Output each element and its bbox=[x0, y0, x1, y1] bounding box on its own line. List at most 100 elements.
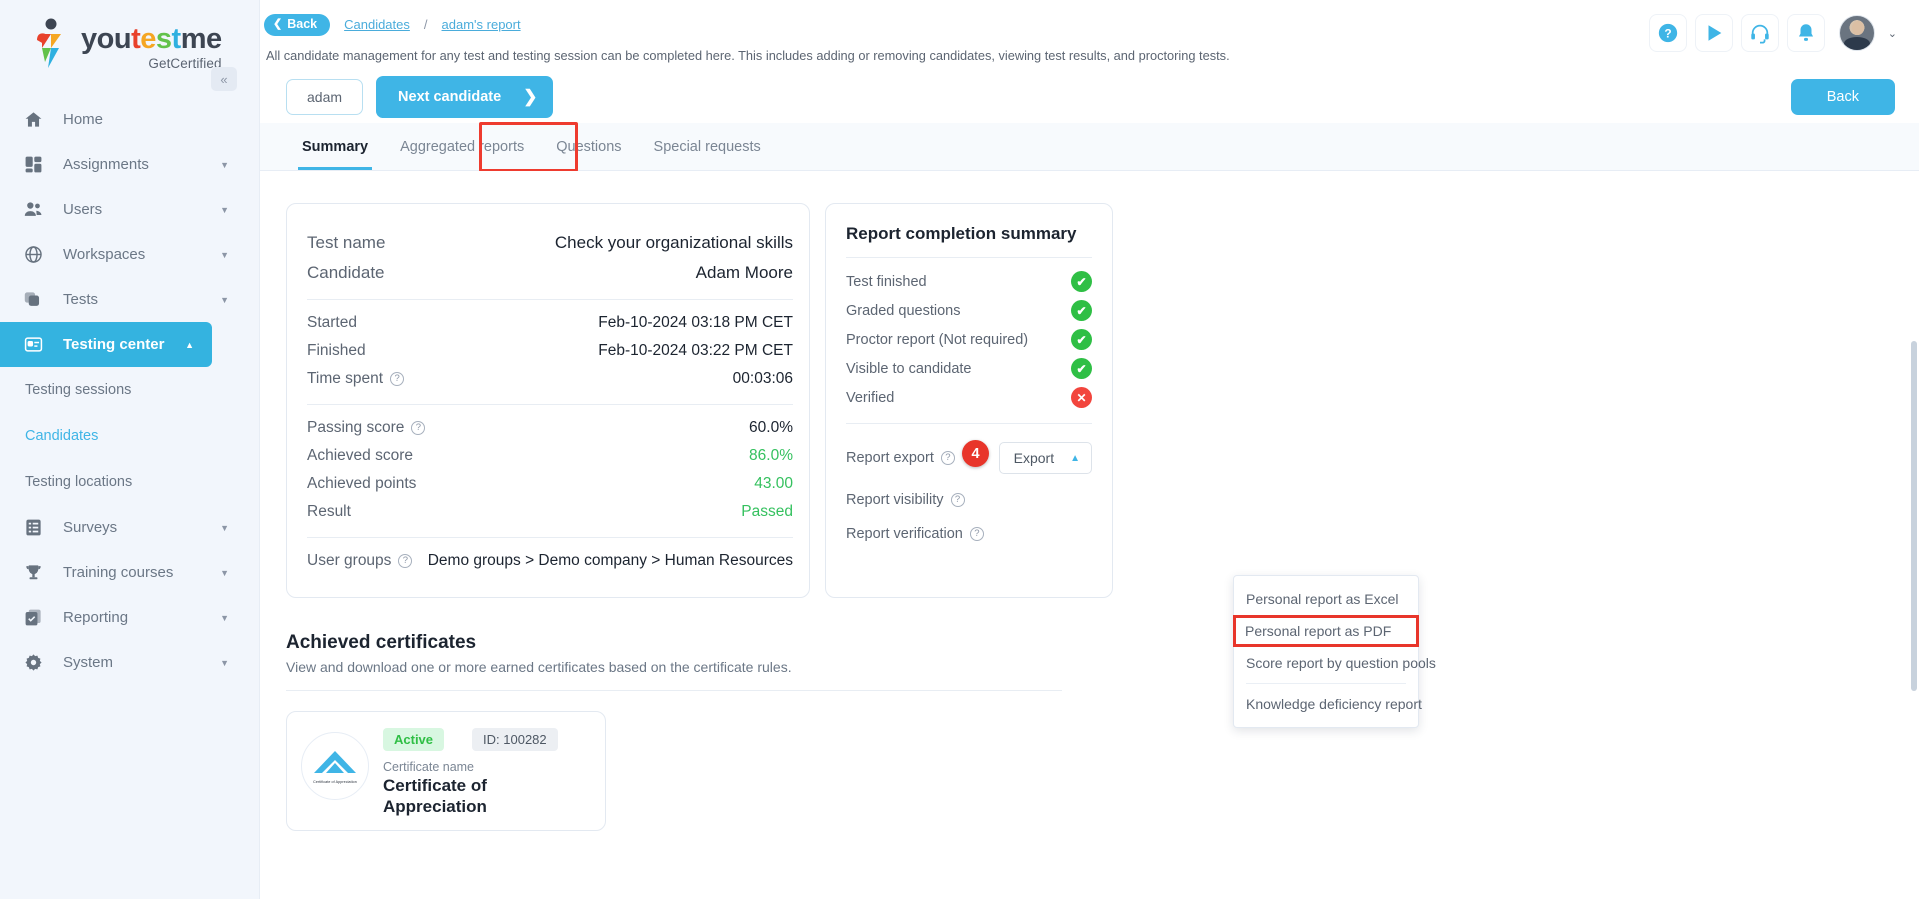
sidebar-nav: Home Assignments ▼ Users ▼ Workspaces ▼ … bbox=[0, 97, 259, 685]
chevron-down-icon[interactable]: ▼ bbox=[220, 160, 229, 170]
logo-part-3: s bbox=[155, 23, 172, 55]
value-passing-score: 60.0% bbox=[749, 419, 793, 436]
certificate-logo-caption: Certificate of Appreciation bbox=[313, 779, 357, 784]
sidebar-item-testing-sessions[interactable]: Testing sessions bbox=[0, 367, 259, 413]
menu-item-score-report-question-pools[interactable]: Score report by question pools bbox=[1234, 647, 1436, 679]
sidebar-label-reporting: Reporting bbox=[63, 609, 129, 626]
status-label-graded-questions: Graded questions bbox=[846, 302, 961, 319]
logo-part-2: e bbox=[140, 23, 156, 55]
sidebar-item-testing-center[interactable]: Testing center ▲ bbox=[0, 322, 212, 367]
report-visibility-row: Report visibility ? bbox=[846, 483, 1092, 517]
tab-aggregated-reports[interactable]: Aggregated reports bbox=[384, 123, 540, 170]
sidebar-item-home[interactable]: Home bbox=[0, 97, 259, 142]
home-icon bbox=[24, 110, 48, 129]
certificate-details: Active ID: 100282 Certificate name Certi… bbox=[383, 728, 591, 818]
play-icon[interactable] bbox=[1694, 14, 1733, 52]
chevron-left-icon: ❮ bbox=[273, 17, 283, 30]
chevron-down-icon[interactable]: ▼ bbox=[220, 250, 229, 260]
certificate-tags: Active ID: 100282 bbox=[383, 728, 591, 751]
breadcrumb-link-candidates[interactable]: Candidates bbox=[344, 17, 410, 32]
chevron-down-icon[interactable]: ▼ bbox=[220, 295, 229, 305]
row-passing-score: Passing score ? 60.0% bbox=[307, 414, 793, 442]
chevron-up-icon[interactable]: ▲ bbox=[185, 340, 194, 350]
label-test-name: Test name bbox=[307, 233, 386, 252]
info-icon[interactable]: ? bbox=[390, 372, 405, 386]
certificate-id-badge: ID: 100282 bbox=[472, 728, 558, 751]
label-user-groups-wrap: User groups ? bbox=[307, 552, 413, 570]
sidebar-label-users: Users bbox=[63, 201, 103, 218]
value-test-name: Check your organizational skills bbox=[554, 233, 793, 252]
row-achieved-points: Achieved points 43.00 bbox=[307, 470, 793, 498]
certificate-name: Certificate of Appreciation bbox=[383, 776, 487, 817]
chevron-down-icon[interactable]: ▼ bbox=[220, 205, 229, 215]
export-button[interactable]: Export ▲ bbox=[998, 442, 1092, 474]
info-icon[interactable]: ? bbox=[398, 554, 413, 568]
tab-questions[interactable]: Questions bbox=[540, 123, 637, 170]
sidebar-label-workspaces: Workspaces bbox=[63, 246, 146, 263]
info-icon[interactable]: ? bbox=[940, 451, 955, 465]
info-icon[interactable]: ? bbox=[411, 421, 426, 435]
sidebar-item-training-courses[interactable]: Training courses ▼ bbox=[0, 550, 259, 595]
headset-icon[interactable] bbox=[1740, 14, 1779, 52]
row-user-groups: User groups ? Demo groups > Demo company… bbox=[307, 547, 793, 575]
sidebar-item-system[interactable]: System ▼ bbox=[0, 640, 259, 685]
sidebar-label-testing-locations: Testing locations bbox=[25, 474, 133, 490]
menu-item-knowledge-deficiency-report[interactable]: Knowledge deficiency report bbox=[1234, 688, 1422, 720]
row-time-spent: Time spent ? 00:03:06 bbox=[307, 365, 793, 393]
sidebar-item-tests[interactable]: Tests ▼ bbox=[0, 277, 259, 322]
bell-icon[interactable] bbox=[1786, 14, 1825, 52]
menu-item-personal-report-pdf[interactable]: Personal report as PDF bbox=[1233, 615, 1419, 647]
candidate-chip[interactable]: adam bbox=[286, 78, 364, 115]
app-logo[interactable]: youtestme GetCertified bbox=[0, 0, 259, 71]
next-candidate-button[interactable]: Next candidate ❯ bbox=[376, 75, 554, 118]
certificate-card[interactable]: Certificate of Appreciation Active ID: 1… bbox=[286, 711, 606, 831]
chevron-down-icon[interactable]: ▼ bbox=[220, 568, 229, 578]
sidebar-item-surveys[interactable]: Surveys ▼ bbox=[0, 505, 259, 550]
info-icon[interactable]: ? bbox=[969, 527, 984, 541]
label-passing-score: Passing score bbox=[307, 419, 405, 436]
back-breadcrumb-button[interactable]: ❮ Back bbox=[264, 14, 331, 36]
action-bar: adam Next candidate ❯ Back bbox=[260, 70, 1919, 123]
value-achieved-points: 43.00 bbox=[754, 475, 793, 492]
chevron-down-icon[interactable]: ▼ bbox=[220, 613, 229, 623]
row-candidate: Candidate Adam Moore bbox=[307, 258, 793, 288]
export-dropdown-menu: Personal report as Excel Personal report… bbox=[1233, 575, 1436, 728]
value-achieved-score: 86.0% bbox=[749, 447, 793, 464]
testing-center-icon bbox=[24, 335, 48, 354]
report-export-row: Report export ? 4 Export ▲ bbox=[846, 433, 1092, 483]
sidebar-item-workspaces[interactable]: Workspaces ▼ bbox=[0, 232, 259, 277]
check-icon: ✔ bbox=[1071, 300, 1092, 321]
chevron-down-icon[interactable]: ▼ bbox=[220, 523, 229, 533]
youtestme-logo-icon bbox=[37, 18, 61, 68]
tab-summary[interactable]: Summary bbox=[286, 123, 384, 170]
chevron-down-icon[interactable]: ▼ bbox=[220, 658, 229, 668]
sidebar-label-training-courses: Training courses bbox=[63, 564, 174, 581]
menu-item-personal-report-excel[interactable]: Personal report as Excel bbox=[1234, 583, 1418, 615]
back-button[interactable]: Back bbox=[1790, 78, 1895, 115]
sidebar-item-users[interactable]: Users ▼ bbox=[0, 187, 259, 232]
report-verification-row: Report verification ? bbox=[846, 517, 1092, 551]
sidebar-item-reporting[interactable]: Reporting ▼ bbox=[0, 595, 259, 640]
info-icon[interactable]: ? bbox=[950, 493, 965, 507]
achieved-certificates-section: Achieved certificates View and download … bbox=[260, 598, 1919, 831]
breadcrumb-link-report[interactable]: adam's report bbox=[442, 17, 521, 32]
tab-summary-label: Summary bbox=[302, 138, 369, 155]
check-icon: ✔ bbox=[1071, 271, 1092, 292]
row-result: Result Passed bbox=[307, 498, 793, 526]
divider bbox=[286, 690, 1062, 691]
sidebar-collapse-icon[interactable]: « bbox=[211, 67, 237, 91]
value-user-groups: Demo groups > Demo company > Human Resou… bbox=[427, 552, 793, 569]
vertical-scrollbar[interactable] bbox=[1911, 341, 1917, 691]
chevron-up-icon: ▲ bbox=[1070, 452, 1080, 464]
avatar[interactable] bbox=[1838, 15, 1875, 51]
chevron-down-icon[interactable]: ⌄ bbox=[1888, 27, 1897, 40]
sidebar-item-assignments[interactable]: Assignments ▼ bbox=[0, 142, 259, 187]
help-icon[interactable]: ? bbox=[1648, 14, 1687, 52]
logo-text: youtestme GetCertified bbox=[81, 18, 222, 72]
label-report-verification-wrap: Report verification ? bbox=[846, 526, 984, 542]
app-root: youtestme GetCertified « Home Assignment… bbox=[0, 0, 1919, 899]
tab-special-requests[interactable]: Special requests bbox=[638, 123, 777, 170]
card-title: Report completion summary bbox=[846, 224, 1077, 243]
sidebar-item-testing-locations[interactable]: Testing locations bbox=[0, 459, 259, 505]
sidebar-item-candidates[interactable]: Candidates bbox=[0, 413, 259, 459]
